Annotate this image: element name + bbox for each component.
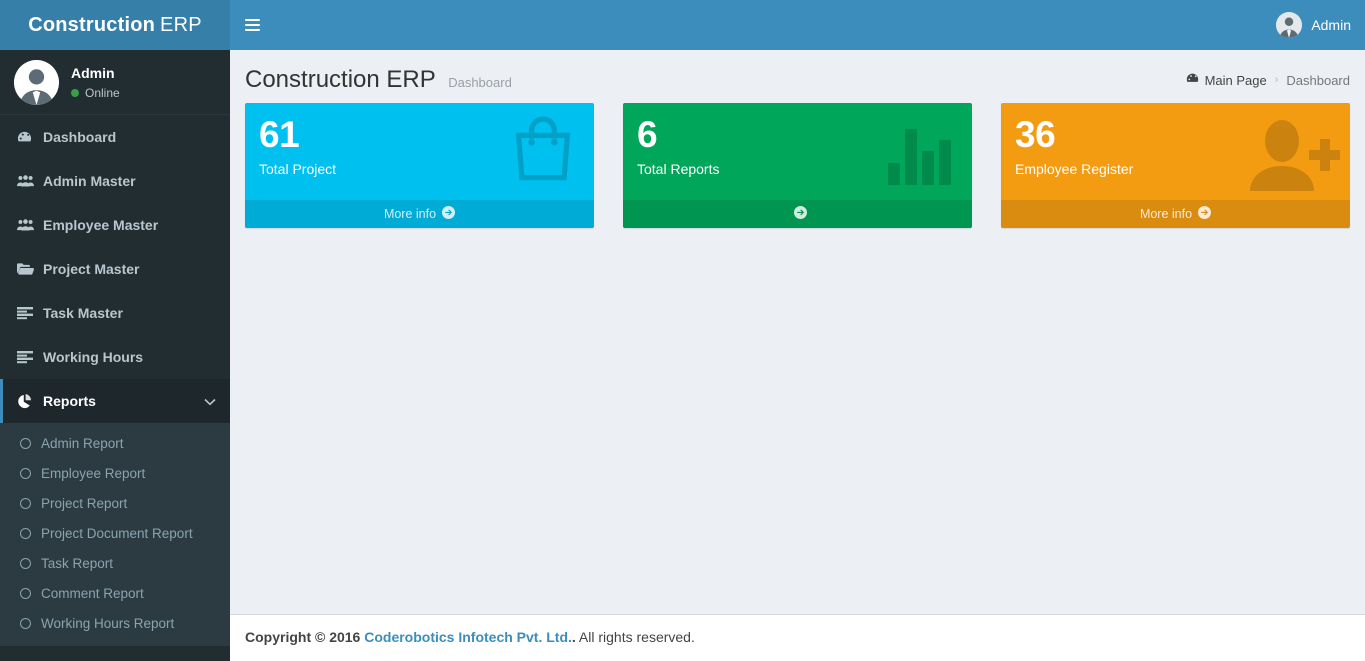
list-icon xyxy=(17,306,43,320)
dashboard-icon xyxy=(17,130,43,145)
sidebar-user-panel: Admin Online xyxy=(0,50,230,115)
info-box-footer-label: More info xyxy=(1139,206,1193,221)
shopping-bag-icon xyxy=(504,111,582,194)
main-header: Construction ERP Admin xyxy=(0,0,1365,50)
breadcrumb-home-link[interactable]: Main Page xyxy=(1186,72,1267,88)
info-box-total-project: 61 Total Project More info xyxy=(245,103,594,228)
sidebar-user-status-label: Online xyxy=(85,85,120,100)
pie-chart-icon xyxy=(17,393,43,409)
circle-o-icon xyxy=(20,587,41,599)
sidebar-item-working-hours[interactable]: Working Hours xyxy=(0,335,230,379)
users-icon xyxy=(17,174,43,188)
sidebar: Admin Online Dashboard Admin Master Empl… xyxy=(0,50,230,661)
sidebar-subitem-task-report[interactable]: Task Report xyxy=(0,548,230,578)
arrow-circle-right-icon xyxy=(442,205,456,222)
info-box-row: 61 Total Project More info 6 Total Repor… xyxy=(230,103,1365,228)
sidebar-item-dashboard[interactable]: Dashboard xyxy=(0,115,230,159)
info-box-more-info-link[interactable]: More info xyxy=(245,200,594,228)
sidebar-subitem-label: Comment Report xyxy=(41,585,144,601)
sidebar-subitem-label: Project Document Report xyxy=(41,525,193,541)
main-footer: Copyright © 2016 Coderobotics Infotech P… xyxy=(230,614,1365,661)
sidebar-item-label: Project Master xyxy=(43,261,140,277)
navbar-user-name: Admin xyxy=(1311,17,1351,33)
breadcrumb-home-label: Main Page xyxy=(1204,72,1267,88)
sidebar-subitem-employee-report[interactable]: Employee Report xyxy=(0,458,230,488)
sidebar-subitem-label: Employee Report xyxy=(41,465,146,481)
page-subtitle: Dashboard xyxy=(448,75,512,90)
list-icon xyxy=(17,350,43,364)
user-avatar-icon xyxy=(1276,12,1303,38)
breadcrumb: Main Page › Dashboard xyxy=(1186,72,1350,88)
breadcrumb-separator: › xyxy=(1274,74,1279,86)
breadcrumb-current: Dashboard xyxy=(1286,72,1350,88)
bar-chart-icon xyxy=(888,125,954,190)
logo-bold-text: Construction xyxy=(28,13,156,36)
sidebar-subitem-project-report[interactable]: Project Report xyxy=(0,488,230,518)
sidebar-subitem-label: Project Report xyxy=(41,495,128,511)
sidebar-subitem-label: Working Hours Report xyxy=(41,615,175,631)
users-icon xyxy=(17,218,43,232)
sidebar-user-status: Online xyxy=(71,86,120,100)
sidebar-item-label: Admin Master xyxy=(43,173,136,189)
circle-o-icon xyxy=(20,497,41,509)
sidebar-subitem-working-hours-report[interactable]: Working Hours Report xyxy=(0,608,230,638)
sidebar-item-task-master[interactable]: Task Master xyxy=(0,291,230,335)
sidebar-subitem-admin-report[interactable]: Admin Report xyxy=(0,428,230,458)
sidebar-user-name: Admin xyxy=(71,64,115,81)
info-box-employee-register: 36 Employee Register More info xyxy=(1001,103,1350,228)
circle-o-icon xyxy=(20,437,41,449)
logo-light-text: ERP xyxy=(160,13,202,36)
sidebar-reports-submenu: Admin Report Employee Report Project Rep… xyxy=(0,423,230,646)
user-plus-icon xyxy=(1248,117,1341,196)
sidebar-subitem-label: Task Report xyxy=(41,555,114,571)
sidebar-toggle-button[interactable] xyxy=(230,0,274,50)
circle-o-icon xyxy=(20,617,41,629)
footer-rights: All rights reserved. xyxy=(578,629,695,645)
sidebar-subitem-label: Admin Report xyxy=(41,435,124,451)
app-logo[interactable]: Construction ERP xyxy=(0,0,230,50)
info-box-more-info-link[interactable] xyxy=(623,200,972,228)
sidebar-item-label: Employee Master xyxy=(43,217,159,233)
sidebar-item-employee-master[interactable]: Employee Master xyxy=(0,203,230,247)
sidebar-item-admin-master[interactable]: Admin Master xyxy=(0,159,230,203)
circle-o-icon xyxy=(20,527,41,539)
page-title: Construction ERP xyxy=(245,66,436,93)
sidebar-item-label: Working Hours xyxy=(43,349,144,365)
sidebar-item-label: Dashboard xyxy=(43,129,117,145)
content-header: Construction ERP Dashboard Main Page › D… xyxy=(230,50,1365,102)
circle-o-icon xyxy=(20,467,41,479)
arrow-circle-right-icon xyxy=(794,205,807,222)
content-wrapper: Construction ERP Dashboard Main Page › D… xyxy=(230,50,1365,614)
circle-o-icon xyxy=(20,557,41,569)
online-status-dot-icon xyxy=(71,88,79,97)
navbar-user-menu[interactable]: Admin xyxy=(1276,0,1351,50)
info-box-footer-label: More info xyxy=(383,206,437,221)
top-navbar: Admin xyxy=(230,0,1365,50)
user-avatar-icon xyxy=(14,59,59,105)
info-box-total-reports: 6 Total Reports xyxy=(623,103,972,228)
sidebar-item-reports[interactable]: Reports xyxy=(0,379,230,423)
sidebar-subitem-project-document-report[interactable]: Project Document Report xyxy=(0,518,230,548)
sidebar-item-project-master[interactable]: Project Master xyxy=(0,247,230,291)
chevron-down-icon xyxy=(204,393,216,409)
sidebar-item-label: Reports xyxy=(43,393,96,409)
folder-open-icon xyxy=(17,262,43,276)
sidebar-subitem-comment-report[interactable]: Comment Report xyxy=(0,578,230,608)
hamburger-icon xyxy=(244,16,260,34)
footer-copyright: Copyright © 2016 xyxy=(245,629,361,645)
arrow-circle-right-icon xyxy=(1198,205,1212,222)
info-box-more-info-link[interactable]: More info xyxy=(1001,200,1350,228)
footer-company-link[interactable]: Coderobotics Infotech Pvt. Ltd. xyxy=(364,629,572,645)
sidebar-item-label: Task Master xyxy=(43,305,123,321)
dashboard-icon xyxy=(1186,72,1199,88)
